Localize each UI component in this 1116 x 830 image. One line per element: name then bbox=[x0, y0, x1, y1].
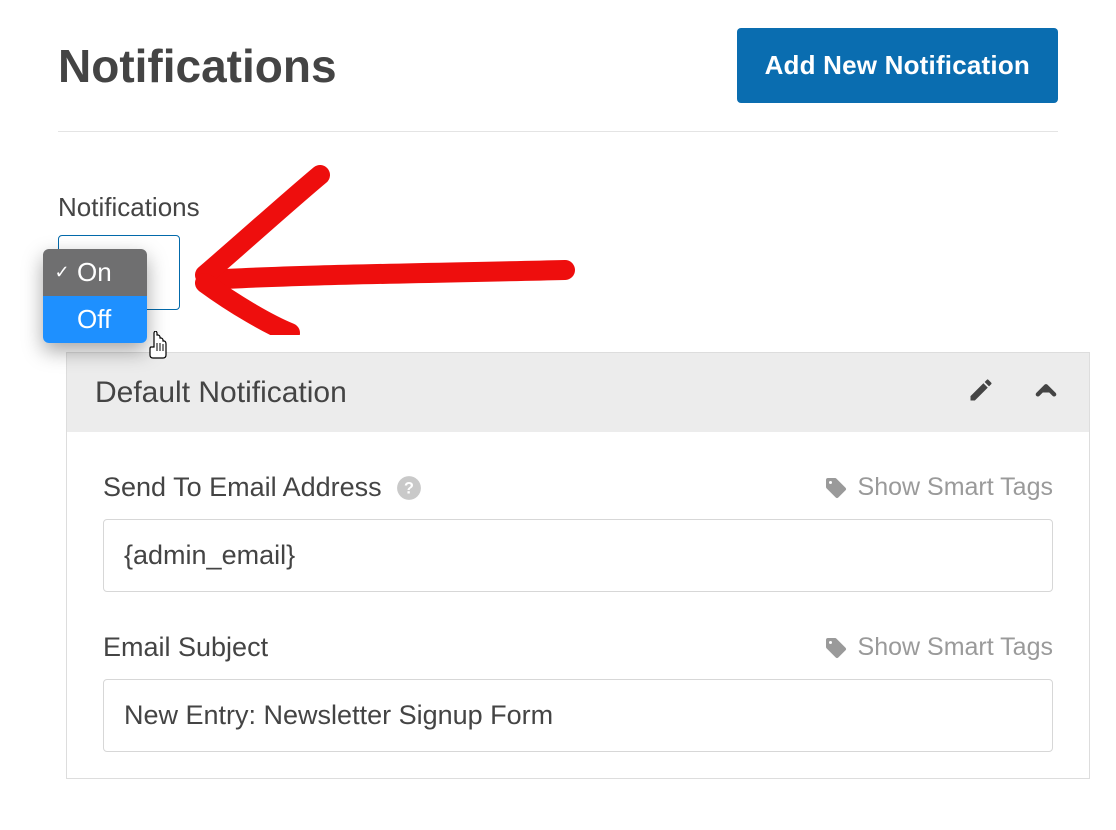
panel-header[interactable]: Default Notification bbox=[67, 353, 1089, 432]
dropdown-option-on[interactable]: ✓ On bbox=[43, 249, 147, 296]
tag-icon bbox=[824, 636, 848, 660]
edit-icon[interactable] bbox=[967, 376, 995, 409]
notifications-toggle[interactable]: ✓ On Off bbox=[58, 235, 188, 310]
subject-input[interactable] bbox=[103, 679, 1053, 752]
send-to-label-text: Send To Email Address bbox=[103, 472, 382, 503]
send-to-smart-tags-button[interactable]: Show Smart Tags bbox=[824, 473, 1053, 502]
dropdown-option-off[interactable]: Off bbox=[43, 296, 147, 343]
page-title: Notifications bbox=[58, 39, 337, 93]
subject-smart-tags-button[interactable]: Show Smart Tags bbox=[824, 633, 1053, 662]
svg-text:?: ? bbox=[404, 479, 414, 497]
tag-icon bbox=[824, 476, 848, 500]
help-icon[interactable]: ? bbox=[396, 475, 422, 501]
panel-body: Send To Email Address ? Show Smart Tags … bbox=[67, 432, 1089, 778]
checkmark-icon: ✓ bbox=[53, 262, 71, 283]
annotation-arrow-icon bbox=[190, 165, 600, 335]
subject-label-text: Email Subject bbox=[103, 632, 268, 663]
send-to-field-row: Send To Email Address ? Show Smart Tags bbox=[103, 472, 1053, 503]
panel-title: Default Notification bbox=[95, 376, 347, 410]
page-header: Notifications Add New Notification bbox=[58, 28, 1058, 132]
subject-smart-tags-label: Show Smart Tags bbox=[858, 633, 1053, 662]
send-to-input[interactable] bbox=[103, 519, 1053, 592]
add-new-notification-button[interactable]: Add New Notification bbox=[737, 28, 1058, 103]
send-to-label: Send To Email Address ? bbox=[103, 472, 422, 503]
subject-field-row: Email Subject Show Smart Tags bbox=[103, 632, 1053, 663]
notification-panel: Default Notification Send To Email Addre… bbox=[66, 352, 1090, 779]
subject-label: Email Subject bbox=[103, 632, 268, 663]
notifications-toggle-label: Notifications bbox=[58, 192, 1058, 223]
toggle-dropdown[interactable]: ✓ On Off bbox=[43, 249, 147, 343]
dropdown-option-off-label: Off bbox=[77, 304, 111, 335]
chevron-up-icon[interactable] bbox=[1031, 375, 1061, 410]
dropdown-option-on-label: On bbox=[77, 257, 112, 288]
panel-header-actions bbox=[967, 375, 1061, 410]
send-to-smart-tags-label: Show Smart Tags bbox=[858, 473, 1053, 502]
